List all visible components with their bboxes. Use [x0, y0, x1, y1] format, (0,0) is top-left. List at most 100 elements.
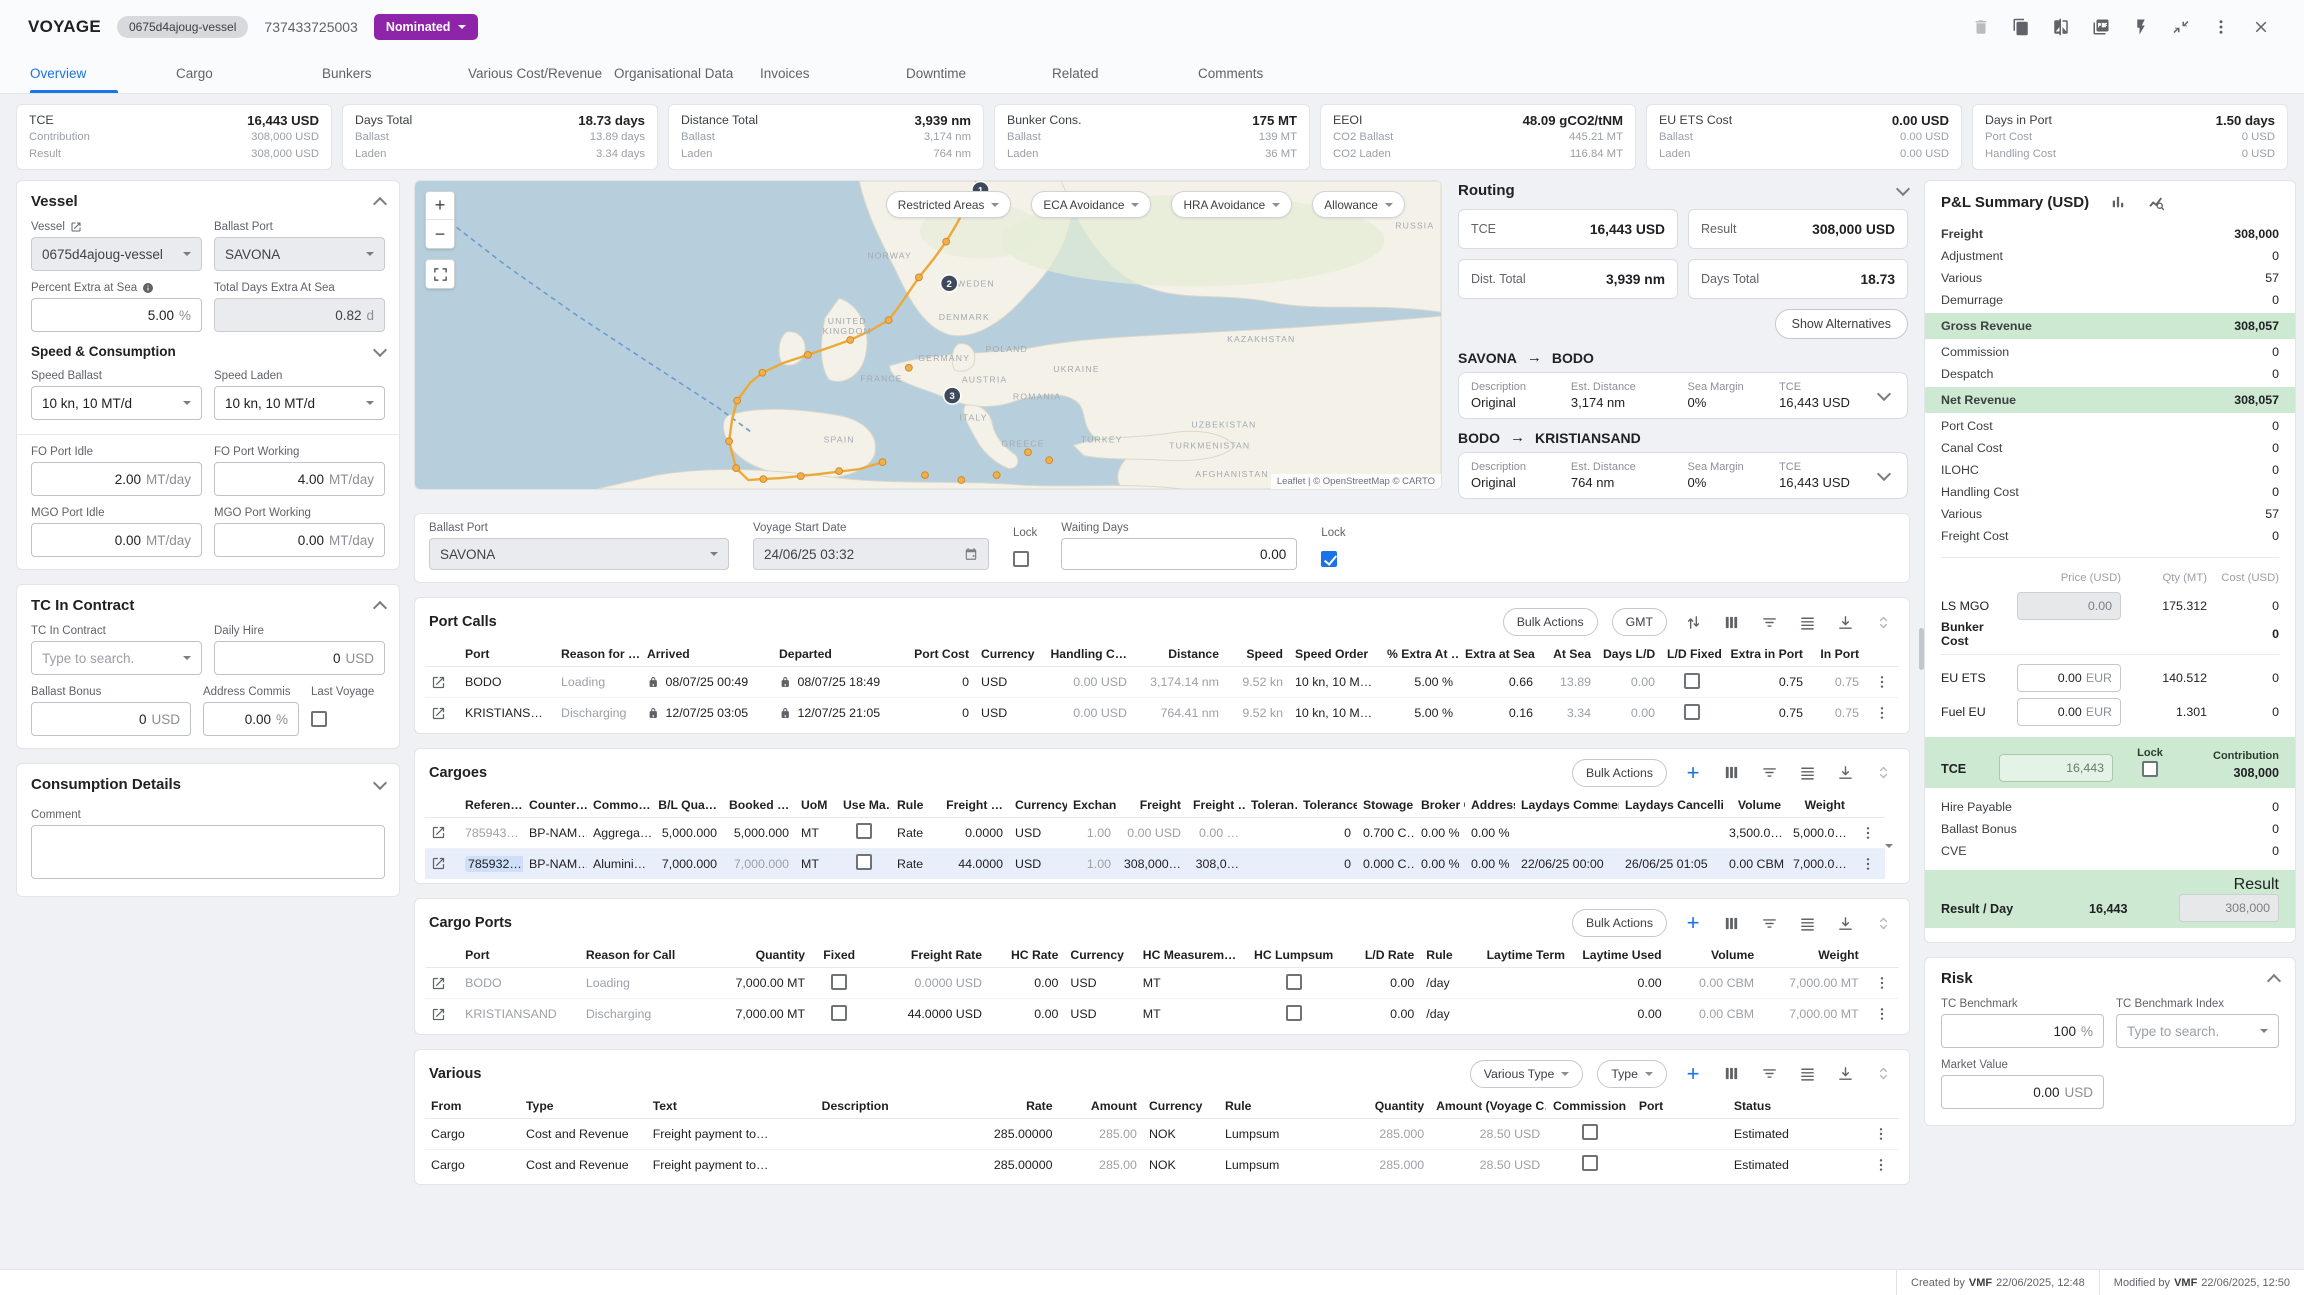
column-header[interactable]: Port Cost	[905, 642, 975, 667]
analytics-search-icon[interactable]	[2147, 193, 2165, 211]
close-icon[interactable]	[2246, 12, 2276, 42]
eca-avoidance-dropdown[interactable]: ECA Avoidance	[1031, 191, 1151, 218]
tab-organisational-data[interactable]: Organisational Data	[614, 54, 760, 93]
collapse-table-icon[interactable]	[1871, 1062, 1895, 1086]
open-row-icon[interactable]	[431, 825, 446, 839]
sort-icon[interactable]	[1681, 610, 1705, 634]
tce-lock-checkbox[interactable]	[2142, 761, 2158, 777]
column-header[interactable]: Text	[647, 1094, 816, 1119]
column-header[interactable]: Speed	[1225, 642, 1289, 667]
tab-comments[interactable]: Comments	[1198, 54, 1344, 93]
waiting-days-lock-checkbox[interactable]	[1321, 551, 1337, 567]
mgo-port-idle-input[interactable]: 0.00MT/day	[31, 523, 202, 557]
column-header[interactable]: Currency	[1143, 1094, 1219, 1119]
checkbox[interactable]	[1286, 1005, 1302, 1021]
add-cargo-port-button[interactable]: +	[1681, 911, 1705, 935]
column-header[interactable]: Commission	[1546, 1094, 1633, 1119]
column-header[interactable]: Volume	[1723, 793, 1787, 818]
column-header[interactable]: Reason for …	[555, 642, 641, 667]
tab-related[interactable]: Related	[1052, 54, 1198, 93]
column-header[interactable]: Freight …	[939, 793, 1009, 818]
checkbox[interactable]	[1684, 704, 1700, 720]
mgo-port-working-input[interactable]: 0.00MT/day	[214, 523, 385, 557]
compare-icon[interactable]	[2046, 12, 2076, 42]
collapse-section-icon[interactable]	[2267, 974, 2281, 988]
checkbox[interactable]	[831, 1005, 847, 1021]
column-header[interactable]: Rule	[1219, 1094, 1335, 1119]
download-icon[interactable]	[1833, 911, 1857, 935]
column-header[interactable]: Stowage	[1357, 793, 1415, 818]
download-icon[interactable]	[1833, 1062, 1857, 1086]
column-header[interactable]: Type	[520, 1094, 647, 1119]
column-header[interactable]: Laydays Commence	[1515, 793, 1619, 818]
filter-icon[interactable]	[1757, 1062, 1781, 1086]
row-menu-icon[interactable]	[1874, 674, 1890, 688]
columns-icon[interactable]	[1719, 911, 1743, 935]
density-icon[interactable]	[1795, 1062, 1819, 1086]
row-menu-icon[interactable]	[1873, 1126, 1889, 1140]
filter-icon[interactable]	[1757, 610, 1781, 634]
column-header[interactable]: Rule	[1420, 943, 1480, 968]
filter-icon[interactable]	[1757, 761, 1781, 785]
table-row[interactable]: CargoCost and RevenueFreight payment to……	[425, 1149, 1899, 1180]
column-header[interactable]: Currency	[1009, 793, 1067, 818]
chevron-down-icon[interactable]	[1896, 182, 1910, 196]
column-header[interactable]: Rate	[963, 1094, 1058, 1119]
table-row[interactable]: BODOLoading08/07/25 00:4908/07/25 18:490…	[425, 667, 1899, 698]
column-header[interactable]: Counter…	[523, 793, 587, 818]
column-header[interactable]: L/D Rate	[1340, 943, 1420, 968]
tab-invoices[interactable]: Invoices	[760, 54, 906, 93]
type-dropdown[interactable]: Type	[1597, 1060, 1667, 1088]
column-header[interactable]: Description	[816, 1094, 964, 1119]
table-row[interactable]: BODOLoading7,000.00 MT0.0000 USD0.00USDM…	[425, 968, 1899, 999]
collapse-section-icon[interactable]	[373, 601, 387, 615]
export-pdf-icon[interactable]	[2086, 12, 2116, 42]
filter-icon[interactable]	[1757, 911, 1781, 935]
daily-hire-input[interactable]: 0USD	[214, 641, 385, 675]
column-header[interactable]: UoM	[795, 793, 837, 818]
column-header[interactable]: Currency	[1064, 943, 1136, 968]
column-header[interactable]: Reason for Call	[580, 943, 701, 968]
quick-actions-icon[interactable]	[2126, 12, 2156, 42]
tc-in-contract-select[interactable]: Type to search.	[31, 641, 202, 675]
collapse-section-icon[interactable]	[373, 197, 387, 211]
chevron-down-icon[interactable]	[373, 343, 387, 357]
tc-benchmark-input[interactable]: 100%	[1941, 1014, 2104, 1048]
column-header[interactable]: Status	[1728, 1094, 1863, 1119]
column-header[interactable]: % Extra At …	[1381, 642, 1459, 667]
tc-benchmark-index-select[interactable]: Type to search.	[2116, 1014, 2279, 1048]
last-voyage-checkbox[interactable]	[311, 711, 327, 727]
voyage-start-lock-checkbox[interactable]	[1013, 551, 1029, 567]
column-header[interactable]: Broker C.	[1415, 793, 1465, 818]
column-header[interactable]: Laytime Term	[1481, 943, 1571, 968]
collapse-table-icon[interactable]	[1871, 911, 1895, 935]
column-header[interactable]: Amount (Voyage C…	[1430, 1094, 1546, 1119]
download-icon[interactable]	[1833, 761, 1857, 785]
fo-port-idle-input[interactable]: 2.00MT/day	[31, 462, 202, 496]
open-row-icon[interactable]	[431, 674, 446, 688]
vessel-select[interactable]: 0675d4ajoug-vessel	[31, 237, 202, 271]
column-header[interactable]: Commo…	[587, 793, 651, 818]
row-menu-icon[interactable]	[1860, 825, 1876, 839]
fuel-eu-price-input[interactable]: 0.00EUR	[2017, 698, 2121, 726]
scrollbar-thumb[interactable]	[1919, 628, 1924, 670]
column-header[interactable]: Referen…	[459, 793, 523, 818]
download-icon[interactable]	[1833, 610, 1857, 634]
duplicate-icon[interactable]	[2006, 12, 2036, 42]
column-header[interactable]: Freight …	[1187, 793, 1245, 818]
open-row-icon[interactable]	[431, 1007, 446, 1021]
table-row[interactable]: KRISTIANSANDDischarging7,000.00 MT44.000…	[425, 999, 1899, 1030]
column-header[interactable]: Booked …	[723, 793, 795, 818]
column-header[interactable]: Use Ma…	[837, 793, 891, 818]
tab-overview[interactable]: Overview	[30, 54, 176, 93]
column-header[interactable]: HC Measurem…	[1137, 943, 1248, 968]
address-commission-input[interactable]: 0.00%	[203, 702, 299, 736]
add-cargo-button[interactable]: +	[1681, 761, 1705, 785]
checkbox[interactable]	[1286, 974, 1302, 990]
column-header[interactable]: HC Rate	[988, 943, 1064, 968]
checkbox[interactable]	[856, 854, 872, 870]
expand-leg-icon[interactable]	[1877, 467, 1891, 481]
column-header[interactable]: Days L/D	[1597, 642, 1661, 667]
density-icon[interactable]	[1795, 610, 1819, 634]
collapse-table-icon[interactable]	[1871, 761, 1895, 785]
